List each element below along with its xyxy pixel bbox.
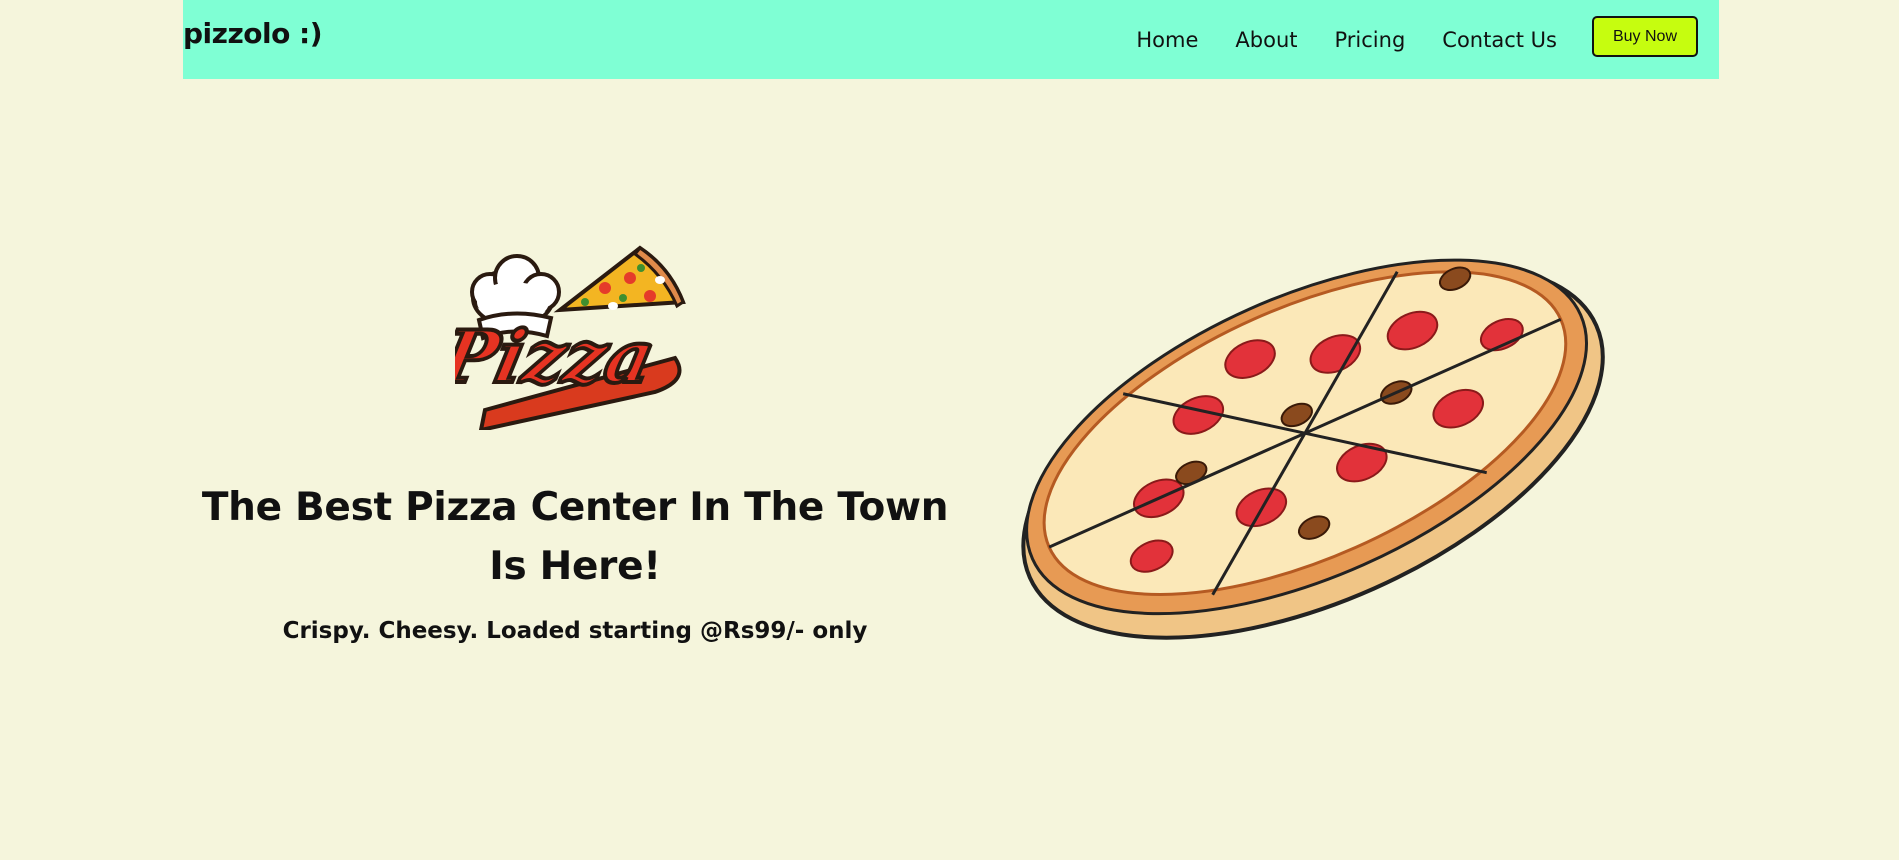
pizza-logo-text: Pizza bbox=[455, 316, 662, 400]
nav-link-home[interactable]: Home bbox=[1136, 28, 1198, 52]
page: pizzolo :) Home About Pricing Contact Us… bbox=[0, 0, 1899, 860]
nav-link-about[interactable]: About bbox=[1235, 28, 1297, 52]
brand-logo[interactable]: pizzolo :) bbox=[183, 17, 323, 50]
nav-link-contact[interactable]: Contact Us bbox=[1442, 28, 1557, 52]
buy-now-button[interactable]: Buy Now bbox=[1592, 16, 1698, 57]
nav-link-pricing[interactable]: Pricing bbox=[1335, 28, 1406, 52]
pizza-logo-icon: Pizza bbox=[430, 240, 695, 433]
navbar: pizzolo :) Home About Pricing Contact Us… bbox=[183, 0, 1719, 79]
nav-links: Home About Pricing Contact Us bbox=[1136, 0, 1557, 79]
pizza-illustration bbox=[980, 180, 1640, 660]
hero-subline: Crispy. Cheesy. Loaded starting @Rs99/- … bbox=[282, 618, 868, 644]
hero-headline: The Best Pizza Center In The Town Is Her… bbox=[201, 485, 949, 589]
